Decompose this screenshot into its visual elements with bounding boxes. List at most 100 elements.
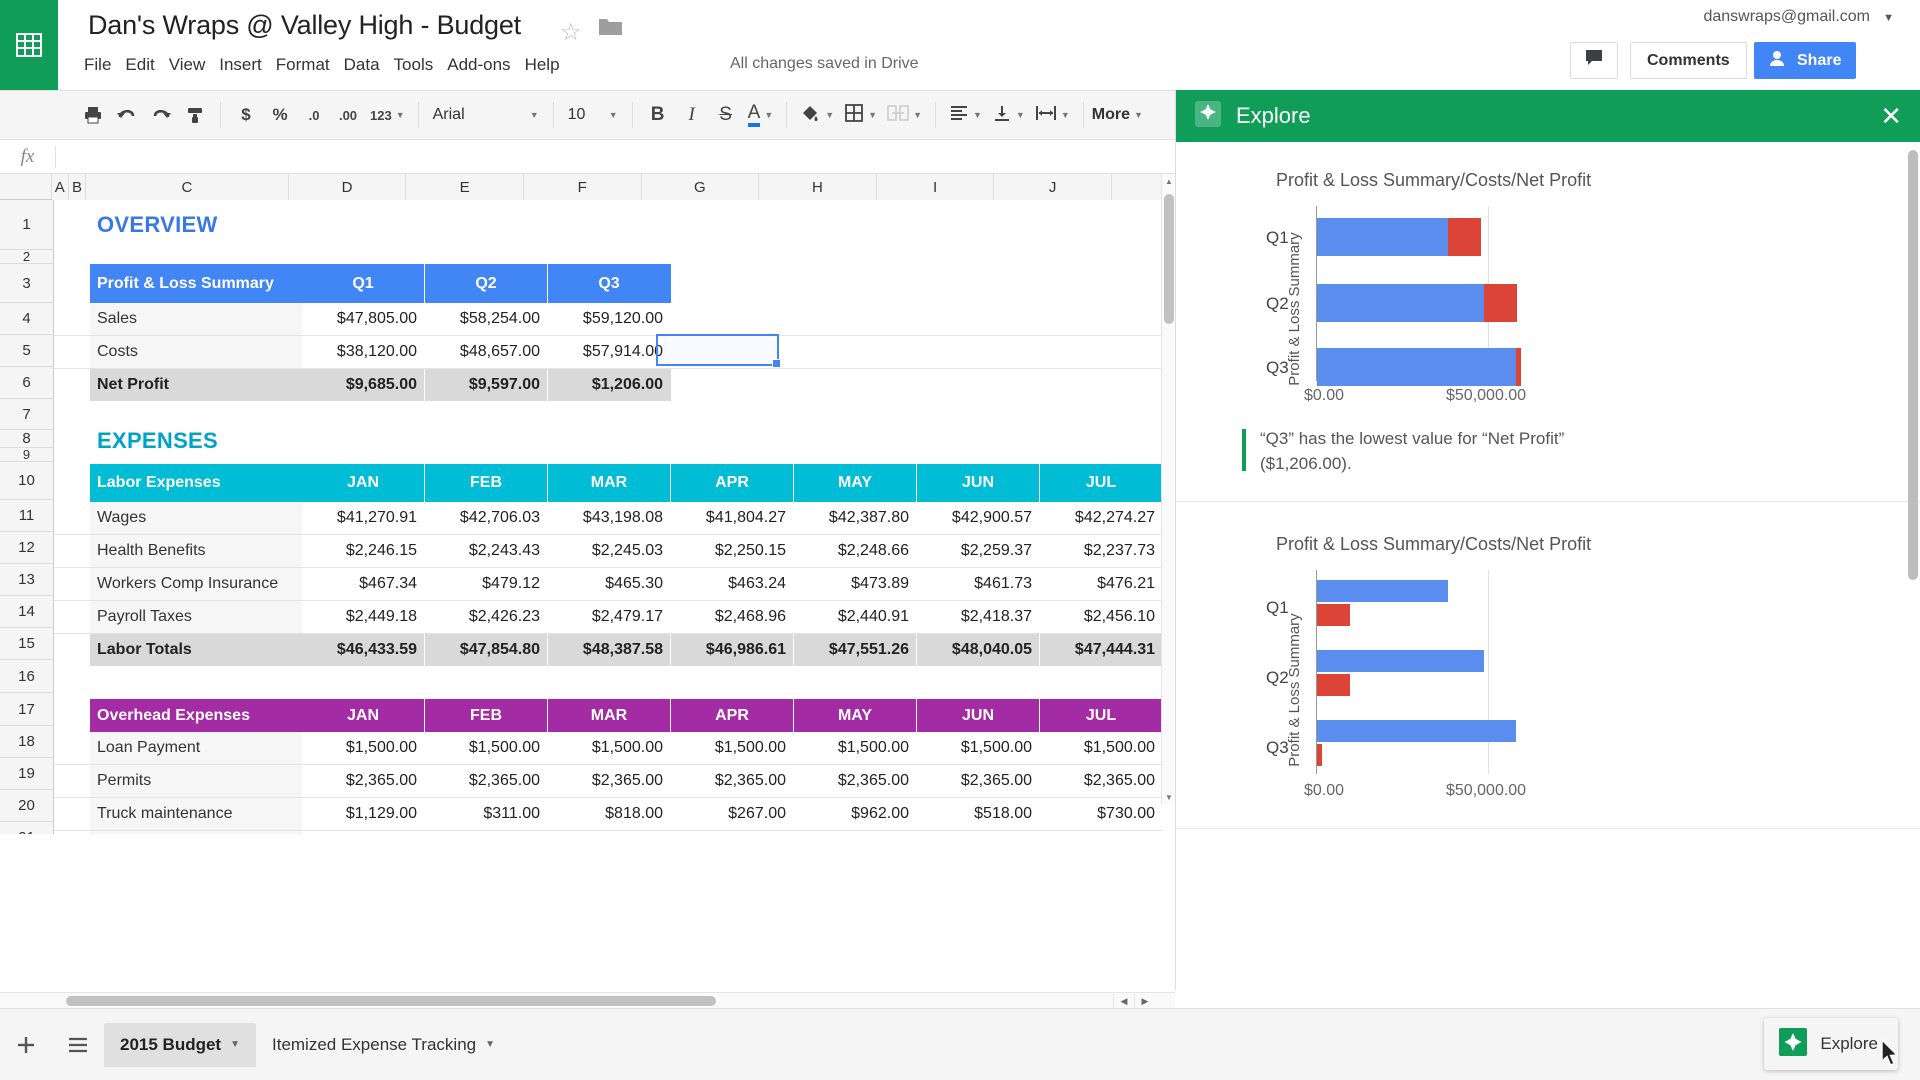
menu-tools[interactable]: Tools: [394, 52, 448, 78]
sheets-logo[interactable]: [0, 0, 58, 90]
select-all-corner[interactable]: [0, 174, 52, 199]
col-header-I[interactable]: I: [876, 174, 995, 200]
labor-health-jun[interactable]: $2,259.37: [917, 535, 1040, 567]
pl-netprofit-q2[interactable]: $9,597.00: [425, 369, 548, 401]
labor-totals-mar[interactable]: $48,387.58: [548, 634, 671, 666]
percent-format-button[interactable]: %: [263, 98, 297, 132]
cell-C8-expenses-title[interactable]: EXPENSES: [90, 428, 390, 453]
overhead-header-feb[interactable]: FEB: [425, 699, 548, 732]
labor-wages-feb[interactable]: $42,706.03: [425, 502, 548, 534]
labor-totals-apr[interactable]: $46,986.61: [671, 634, 794, 666]
italic-button[interactable]: I: [675, 98, 709, 132]
explore-chart-card-2[interactable]: Profit & Loss Summary/Costs/Net Profit P…: [1176, 502, 1920, 829]
overhead-gas-may[interactable]: $580.00: [794, 831, 917, 834]
add-sheet-button[interactable]: [0, 1009, 52, 1080]
overhead-truck-apr[interactable]: $267.00: [671, 798, 794, 830]
overhead-permits-jan[interactable]: $2,365.00: [302, 765, 425, 797]
overhead-gas-jul[interactable]: $434.00: [1040, 831, 1163, 834]
labor-header-jan[interactable]: JAN: [302, 464, 425, 502]
overhead-header-mar[interactable]: MAR: [548, 699, 671, 732]
overhead-truck-mar[interactable]: $818.00: [548, 798, 671, 830]
pl-costs-q3-selected[interactable]: $57,914.00: [548, 336, 671, 368]
overhead-permits-may[interactable]: $2,365.00: [794, 765, 917, 797]
merge-cells-button[interactable]: ▼: [882, 98, 927, 132]
overhead-loan-jan[interactable]: $1,500.00: [302, 732, 425, 764]
pl-costs-q1[interactable]: $38,120.00: [302, 336, 425, 368]
overhead-label-loan[interactable]: Loan Payment: [90, 732, 302, 764]
spreadsheet-grid[interactable]: A B C D E F G H I J 1 2 3 4 5 6 7 8 9 10…: [0, 174, 1175, 834]
row-header-10[interactable]: 10: [0, 462, 54, 500]
row-header-5[interactable]: 5: [0, 335, 54, 367]
horizontal-scrollbar[interactable]: ◀ ▶: [0, 992, 1175, 1009]
menu-edit[interactable]: Edit: [125, 52, 168, 78]
row-header-7[interactable]: 7: [0, 399, 54, 430]
bold-button[interactable]: B: [641, 98, 675, 132]
font-family-dropdown[interactable]: Arial ▼: [427, 106, 545, 124]
comment-button[interactable]: [1570, 42, 1618, 79]
borders-button[interactable]: ▼: [839, 98, 882, 132]
labor-workerscomp-feb[interactable]: $479.12: [425, 568, 548, 600]
labor-health-jul[interactable]: $2,237.73: [1040, 535, 1163, 567]
chart-2[interactable]: Profit & Loss Summary Q1 Q2 Q3 $0.00 $50…: [1224, 569, 1564, 810]
overhead-gas-mar[interactable]: $481.00: [548, 831, 671, 834]
account-email[interactable]: danswraps@gmail.com: [1703, 8, 1870, 26]
overhead-gas-apr[interactable]: $420.00: [671, 831, 794, 834]
labor-health-feb[interactable]: $2,243.43: [425, 535, 548, 567]
pl-row-label-sales[interactable]: Sales: [90, 303, 302, 335]
overhead-loan-jun[interactable]: $1,500.00: [917, 732, 1040, 764]
labor-payrolltaxes-jul[interactable]: $2,456.10: [1040, 601, 1163, 633]
chevron-down-icon[interactable]: ▼: [1883, 12, 1894, 24]
overhead-gas-jun[interactable]: $200.00: [917, 831, 1040, 834]
labor-header-apr[interactable]: APR: [671, 464, 794, 502]
currency-format-button[interactable]: $: [229, 98, 263, 132]
sheet-tab-2015-budget[interactable]: 2015 Budget ▼: [104, 1022, 256, 1067]
fill-color-button[interactable]: ▼: [795, 98, 839, 132]
col-header-H[interactable]: H: [759, 174, 877, 200]
close-x-icon[interactable]: ✕: [1880, 103, 1902, 129]
labor-wages-jul[interactable]: $42,274.27: [1040, 502, 1163, 534]
row-header-19[interactable]: 19: [0, 758, 54, 790]
pl-header-label[interactable]: Profit & Loss Summary: [90, 264, 302, 303]
star-outline-icon[interactable]: ☆: [560, 18, 582, 47]
overhead-loan-feb[interactable]: $1,500.00: [425, 732, 548, 764]
scroll-down-icon[interactable]: ▼: [1162, 790, 1176, 804]
pl-header-q1[interactable]: Q1: [302, 264, 425, 303]
paint-roller-icon[interactable]: [178, 98, 212, 132]
explore-chart-card-1[interactable]: Profit & Loss Summary/Costs/Net Profit P…: [1176, 142, 1920, 502]
labor-header-label[interactable]: Labor Expenses: [90, 464, 302, 502]
labor-wages-apr[interactable]: $41,804.27: [671, 502, 794, 534]
overhead-header-may[interactable]: MAY: [794, 699, 917, 732]
pl-costs-q2[interactable]: $48,657.00: [425, 336, 548, 368]
labor-wages-mar[interactable]: $43,198.08: [548, 502, 671, 534]
labor-label-health[interactable]: Health Benefits: [90, 535, 302, 567]
menu-data[interactable]: Data: [344, 52, 394, 78]
overhead-header-label[interactable]: Overhead Expenses: [90, 699, 302, 732]
col-header-J[interactable]: J: [994, 174, 1112, 200]
row-header-3[interactable]: 3: [0, 264, 54, 303]
menu-addons[interactable]: Add-ons: [447, 52, 524, 78]
labor-header-jul[interactable]: JUL: [1040, 464, 1163, 502]
row-header-2[interactable]: 2: [0, 249, 54, 264]
row-header-11[interactable]: 11: [0, 500, 54, 532]
pl-sales-q3[interactable]: $59,120.00: [548, 303, 671, 335]
increase-decimal-button[interactable]: .00: [331, 98, 365, 132]
col-header-A[interactable]: A: [51, 174, 69, 200]
cell-C1-overview-title[interactable]: OVERVIEW: [90, 200, 302, 250]
pl-row-label-netprofit[interactable]: Net Profit: [90, 369, 302, 401]
labor-health-mar[interactable]: $2,245.03: [548, 535, 671, 567]
row-header-13[interactable]: 13: [0, 564, 54, 596]
labor-workerscomp-jul[interactable]: $476.21: [1040, 568, 1163, 600]
scroll-up-icon[interactable]: ▲: [1162, 174, 1176, 188]
row-header-12[interactable]: 12: [0, 532, 54, 564]
overhead-permits-mar[interactable]: $2,365.00: [548, 765, 671, 797]
menu-insert[interactable]: Insert: [219, 52, 276, 78]
number-format-dropdown[interactable]: 123 ▼: [365, 98, 410, 132]
labor-header-jun[interactable]: JUN: [917, 464, 1040, 502]
text-wrap-button[interactable]: ▼: [1030, 98, 1075, 132]
overhead-truck-jul[interactable]: $730.00: [1040, 798, 1163, 830]
strikethrough-button[interactable]: S: [709, 98, 743, 132]
menu-help[interactable]: Help: [525, 52, 574, 78]
overhead-truck-jan[interactable]: $1,129.00: [302, 798, 425, 830]
chevron-down-icon[interactable]: ▼: [230, 1039, 240, 1050]
labor-health-apr[interactable]: $2,250.15: [671, 535, 794, 567]
